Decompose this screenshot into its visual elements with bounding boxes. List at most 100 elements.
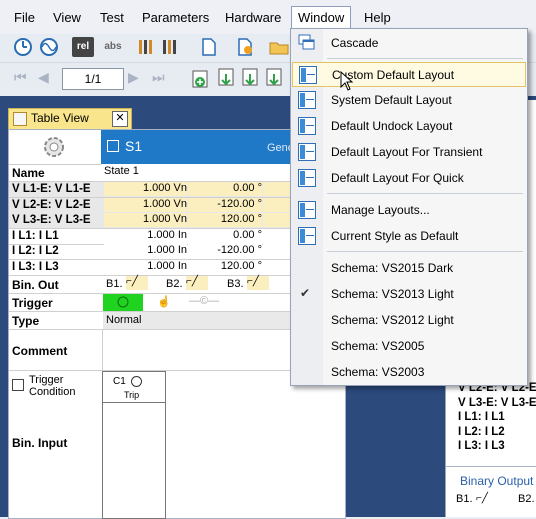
- window-menu-dropdown: Cascade Custom Default Layout System Defau…: [290, 28, 528, 386]
- layout-icon: [298, 91, 316, 109]
- tab-table-view[interactable]: Table View ✕: [8, 108, 132, 130]
- insert-alt-icon[interactable]: [240, 68, 262, 88]
- sine-wave-icon[interactable]: [38, 37, 60, 57]
- layout-icon: [298, 169, 316, 187]
- add-state-icon[interactable]: [190, 68, 212, 88]
- row-label: V L3-E: V L3-E: [12, 214, 91, 226]
- trigger-green-cell[interactable]: [103, 294, 143, 311]
- type-label: Type: [12, 314, 40, 328]
- phase-value[interactable]: 0.00 °: [188, 182, 262, 196]
- bin-input-c1-cell[interactable]: C1 Trip: [102, 371, 166, 519]
- phase-value[interactable]: 120.00 °: [188, 259, 262, 274]
- row-label: V L2-E: V L2-E: [12, 198, 91, 211]
- right-row-label: V L3-E: V L3-E: [458, 396, 536, 409]
- right-row-label: I L2: I L2: [458, 425, 505, 438]
- phase-value[interactable]: 0.00 °: [188, 228, 262, 243]
- menu-item-default-layout-for-quick[interactable]: Default Layout For Quick: [292, 166, 526, 191]
- new-special-icon[interactable]: [234, 37, 256, 57]
- layout-icon: [298, 117, 316, 135]
- next-page-icon[interactable]: ▶: [128, 69, 150, 89]
- c1-circle-icon: [131, 376, 142, 387]
- bin-out-label: Bin. Out: [12, 278, 59, 292]
- menu-separator: [327, 58, 523, 59]
- state-title: S1: [125, 138, 143, 154]
- menu-item-manage-layouts[interactable]: Manage Layouts...: [292, 198, 526, 223]
- bin-out-b3[interactable]: B3.: [227, 278, 244, 290]
- bin-input-label: Bin. Input: [12, 436, 68, 450]
- menu-item-label: Manage Layouts...: [331, 203, 430, 217]
- menu-parameters[interactable]: Parameters: [142, 10, 209, 25]
- new-document-icon[interactable]: [198, 37, 220, 57]
- insert-more-icon[interactable]: [264, 68, 286, 88]
- menu-separator: [327, 193, 523, 194]
- menu-item-label: Cascade: [331, 36, 379, 50]
- magnitude-value[interactable]: 1.000 Vn: [104, 213, 187, 227]
- menu-item-label: Schema: VS2003: [331, 365, 425, 379]
- magnitude-value[interactable]: 1.000 Vn: [104, 197, 187, 212]
- menu-item-custom-default-layout[interactable]: Custom Default Layout: [292, 62, 526, 87]
- menu-item-label: Schema: VS2013 Light: [331, 287, 454, 301]
- open-folder-icon[interactable]: [268, 37, 290, 57]
- menu-hardware[interactable]: Hardware: [225, 10, 281, 25]
- insert-down-icon[interactable]: [216, 68, 238, 88]
- page-number-input[interactable]: 1/1: [62, 68, 124, 90]
- menu-item-default-undock-layout[interactable]: Default Undock Layout: [292, 114, 526, 139]
- switch-icon[interactable]: ⌐╱: [247, 276, 269, 290]
- row-label: I L1: I L1: [12, 229, 59, 242]
- menu-item-label: Schema: VS2005: [331, 339, 425, 353]
- switch-icon[interactable]: ⌐╱: [186, 276, 208, 290]
- switch-icon[interactable]: ⌐╱: [476, 493, 488, 504]
- bar-chart-icon[interactable]: [136, 37, 158, 57]
- menu-item-current-style-as-default[interactable]: Current Style as Default: [292, 224, 526, 249]
- trigger-condition-label: Trigger Condition: [29, 374, 76, 398]
- binary-output-divider: [446, 466, 536, 467]
- menu-item-default-layout-for-transient[interactable]: Default Layout For Transient: [292, 140, 526, 165]
- row-label: I L3: I L3: [12, 260, 59, 273]
- magnitude-value[interactable]: 1.000 In: [104, 259, 187, 274]
- switch-icon[interactable]: ⌐╱: [126, 276, 148, 290]
- menu-item-label: Schema: VS2015 Dark: [331, 261, 454, 275]
- menu-item-schema-vs2012-light[interactable]: Schema: VS2012 Light: [292, 308, 526, 333]
- menu-help[interactable]: Help: [364, 10, 391, 25]
- last-page-icon[interactable]: ⏭: [152, 69, 174, 89]
- previous-page-icon[interactable]: ◀: [38, 69, 60, 89]
- menu-item-schema-vs2015-dark[interactable]: Schema: VS2015 Dark: [292, 256, 526, 281]
- c1-label: C1: [113, 376, 126, 387]
- magnitude-value[interactable]: 1.000 In: [104, 244, 187, 258]
- trigger-label: Trigger: [12, 296, 53, 310]
- close-icon[interactable]: ✕: [112, 111, 128, 127]
- timer-icon[interactable]: —©—: [189, 295, 219, 307]
- settings-cell: [9, 130, 101, 165]
- menu-file[interactable]: File: [14, 10, 35, 25]
- menu-item-label: Current Style as Default: [331, 229, 459, 243]
- table-view-icon: [13, 112, 27, 126]
- comment-label: Comment: [12, 344, 68, 358]
- cascade-icon: [298, 34, 316, 52]
- rel-icon[interactable]: rel: [72, 37, 94, 57]
- menu-item-label: Default Undock Layout: [331, 119, 453, 133]
- right-row-label: I L1: I L1: [458, 411, 505, 423]
- magnitude-value[interactable]: 1.000 Vn: [104, 182, 187, 196]
- menu-item-schema-vs2005[interactable]: Schema: VS2005: [292, 334, 526, 359]
- clock-icon[interactable]: [12, 37, 34, 57]
- first-page-icon[interactable]: ⏮: [14, 69, 36, 89]
- menu-view[interactable]: View: [53, 10, 81, 25]
- bin-out-b2[interactable]: B2.: [166, 278, 183, 290]
- bin-out-b1[interactable]: B1.: [106, 278, 123, 290]
- gear-icon[interactable]: [39, 133, 69, 161]
- phase-value[interactable]: -120.00 °: [188, 197, 262, 212]
- phase-value[interactable]: 120.00 °: [188, 213, 262, 227]
- bar-chart-alt-icon[interactable]: [160, 37, 182, 57]
- menu-item-schema-vs2003[interactable]: Schema: VS2003: [292, 360, 526, 385]
- hand-icon[interactable]: ☝: [157, 295, 171, 308]
- menu-item-schema-vs2013-light[interactable]: ✔ Schema: VS2013 Light: [292, 282, 526, 307]
- menu-separator: [327, 251, 523, 252]
- abs-icon[interactable]: abs: [102, 37, 124, 57]
- trigger-condition-checkbox[interactable]: [12, 379, 24, 391]
- state-checkbox[interactable]: [107, 140, 119, 152]
- menu-test[interactable]: Test: [100, 10, 124, 25]
- menu-item-system-default-layout[interactable]: System Default Layout: [292, 88, 526, 113]
- magnitude-value[interactable]: 1.000 In: [104, 228, 187, 243]
- phase-value[interactable]: -120.00 °: [188, 244, 262, 258]
- menu-item-cascade[interactable]: Cascade: [292, 31, 526, 56]
